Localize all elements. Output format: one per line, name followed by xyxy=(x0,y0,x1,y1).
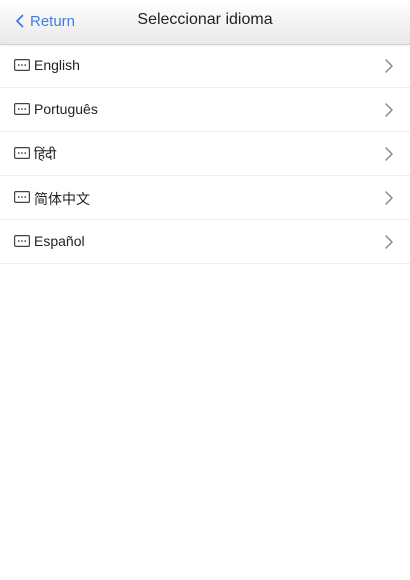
language-item-chinese[interactable]: 简体中文 xyxy=(0,176,410,220)
language-label: हिंदी xyxy=(34,146,57,162)
language-item-espanol[interactable]: Español xyxy=(0,220,410,264)
chevron-right-icon xyxy=(385,147,393,161)
language-label: Español xyxy=(34,233,85,249)
chevron-left-icon xyxy=(16,14,24,28)
chevron-right-icon xyxy=(385,191,393,205)
keyboard-icon xyxy=(14,59,30,71)
keyboard-icon xyxy=(14,103,30,115)
language-label: 简体中文 xyxy=(34,191,90,207)
top-bar: Return Seleccionar idioma xyxy=(0,0,410,45)
language-item-portugues[interactable]: Português xyxy=(0,88,410,132)
return-button[interactable]: Return xyxy=(15,11,75,31)
chevron-right-icon xyxy=(385,235,393,249)
language-label: Português xyxy=(34,101,98,117)
chevron-right-icon xyxy=(385,59,393,73)
keyboard-icon xyxy=(14,235,30,247)
return-label: Return xyxy=(30,12,76,30)
keyboard-icon xyxy=(14,147,30,159)
language-item-english[interactable]: English xyxy=(0,44,410,88)
language-list: English Português हिंदी 简体中文 Español xyxy=(0,44,410,264)
language-label: English xyxy=(34,57,80,73)
keyboard-icon xyxy=(14,191,30,203)
chevron-right-icon xyxy=(385,103,393,117)
language-item-hindi[interactable]: हिंदी xyxy=(0,132,410,176)
